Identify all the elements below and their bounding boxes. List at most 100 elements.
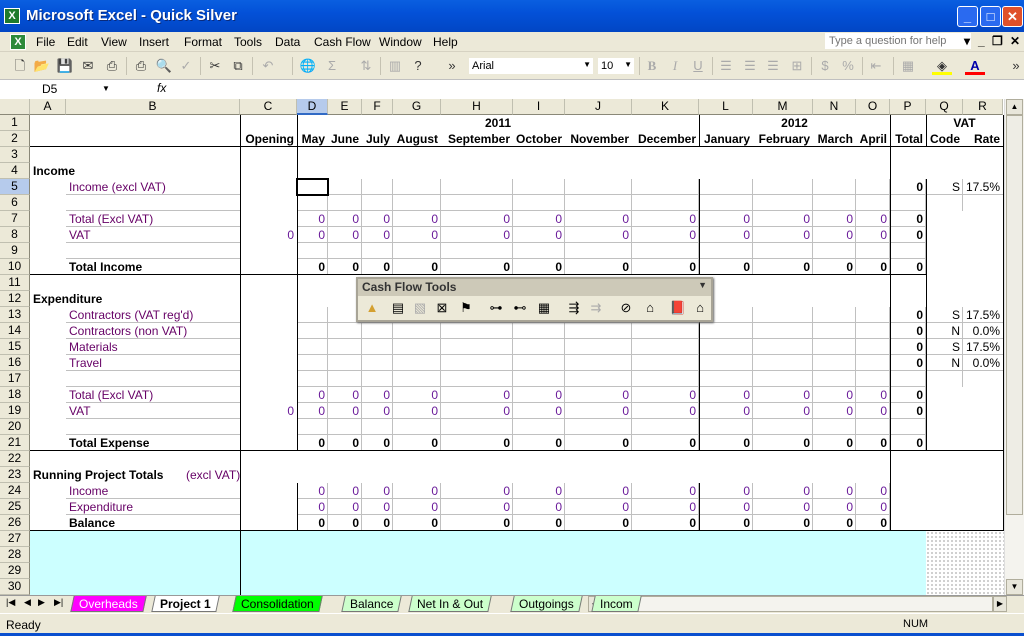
italic-icon[interactable]: I (665, 57, 685, 75)
selected-cell[interactable] (296, 178, 329, 196)
menu-cash-flow[interactable]: Cash Flow (314, 35, 371, 49)
toolbar-overflow-icon[interactable]: » (442, 57, 462, 75)
column-header-l[interactable]: L (699, 99, 753, 115)
row-header-25[interactable]: 25 (0, 499, 30, 515)
email-icon[interactable]: ✉ (78, 57, 98, 75)
cell-o21[interactable]: 0 (856, 435, 890, 451)
row-header-2[interactable]: 2 (0, 131, 30, 147)
bold-icon[interactable]: B (642, 57, 662, 75)
cell-h26[interactable]: 0 (441, 515, 513, 531)
row-header-20[interactable]: 20 (0, 419, 30, 435)
cell-p16[interactable]: 0 (890, 355, 926, 371)
sheet-tab-net-in-out[interactable]: Net In & Out (408, 596, 492, 612)
cell-m19[interactable]: 0 (753, 403, 813, 419)
menu-edit[interactable]: Edit (67, 35, 88, 49)
column-header-j[interactable]: J (565, 99, 632, 115)
cell-o7[interactable]: 0 (856, 211, 890, 227)
cell-l25[interactable]: 0 (699, 499, 753, 515)
formula-input[interactable] (172, 81, 1022, 98)
hscroll-right-icon[interactable]: ▶ (993, 596, 1007, 612)
cell-l10[interactable]: 0 (699, 259, 753, 275)
save-icon[interactable]: 💾 (55, 57, 75, 75)
cell-d7[interactable]: 0 (297, 211, 328, 227)
cell-l7[interactable]: 0 (699, 211, 753, 227)
column-header-k[interactable]: K (632, 99, 699, 115)
cell-j18[interactable]: 0 (565, 387, 632, 403)
cell-p5[interactable]: 0 (890, 179, 926, 195)
sheet-tab-overheads[interactable]: Overheads (70, 596, 147, 612)
fill-color-icon[interactable]: ◈ (932, 57, 952, 75)
cell-i18[interactable]: 0 (513, 387, 565, 403)
menu-data[interactable]: Data (275, 35, 300, 49)
row-label[interactable]: Balance (66, 515, 118, 531)
menu-window[interactable]: Window (379, 35, 422, 49)
cell-l18[interactable]: 0 (699, 387, 753, 403)
row-header-29[interactable]: 29 (0, 563, 30, 579)
cell-j7[interactable]: 0 (565, 211, 632, 227)
empty-area[interactable] (30, 547, 926, 563)
sheet-tab-project-1[interactable]: Project 1 (151, 596, 220, 612)
cell-h7[interactable]: 0 (441, 211, 513, 227)
cell-i8[interactable]: 0 (513, 227, 565, 243)
cell-k8[interactable]: 0 (632, 227, 699, 243)
column-header-p[interactable]: P (890, 99, 926, 115)
row-header-13[interactable]: 13 (0, 307, 30, 323)
undo-icon[interactable]: ↶ (258, 57, 278, 75)
cell-g24[interactable]: 0 (393, 483, 441, 499)
cell-p10[interactable]: 0 (890, 259, 926, 275)
column-header-m[interactable]: M (753, 99, 813, 115)
sign-icon[interactable]: ⚑ (456, 300, 476, 318)
underline-icon[interactable]: U (688, 57, 708, 75)
menu-tools[interactable]: Tools (234, 35, 262, 49)
cell-e18[interactable]: 0 (328, 387, 362, 403)
cell-m26[interactable]: 0 (753, 515, 813, 531)
cell-h25[interactable]: 0 (441, 499, 513, 515)
cell-k24[interactable]: 0 (632, 483, 699, 499)
cell-j26[interactable]: 0 (565, 515, 632, 531)
cell-o19[interactable]: 0 (856, 403, 890, 419)
cell-i19[interactable]: 0 (513, 403, 565, 419)
font-select[interactable]: Arial ▼ (468, 57, 594, 75)
cell-o26[interactable]: 0 (856, 515, 890, 531)
decrease-indent-icon[interactable]: ⇤ (866, 57, 886, 75)
cell-k10[interactable]: 0 (632, 259, 699, 275)
row-label[interactable]: Income (excl VAT) (66, 179, 169, 195)
column-header-a[interactable]: A (30, 99, 66, 115)
chart-wizard-icon[interactable]: ▥ (385, 57, 405, 75)
cell-d21[interactable]: 0 (297, 435, 328, 451)
cell-q16[interactable]: N (926, 355, 963, 371)
row-header-28[interactable]: 28 (0, 547, 30, 563)
minimize-button[interactable]: _ (957, 6, 978, 27)
cell-p8[interactable]: 0 (890, 227, 926, 243)
workbook-close-button[interactable]: ✕ (1010, 34, 1020, 48)
help-dropdown-icon[interactable]: ▾ (964, 34, 970, 48)
empty-area[interactable] (30, 531, 926, 547)
sheet-tab-outgoings[interactable]: Outgoings (510, 596, 583, 612)
cell-l19[interactable]: 0 (699, 403, 753, 419)
sheet-tab-balance[interactable]: Balance (341, 596, 403, 612)
cell-c19[interactable]: 0 (240, 403, 297, 419)
menu-format[interactable]: Format (184, 35, 222, 49)
cell-q13[interactable]: S (926, 307, 963, 323)
prev-sheet-icon[interactable]: ◀ (24, 597, 31, 608)
scroll-up-icon[interactable]: ▲ (1006, 99, 1023, 115)
export-icon[interactable]: ⇉ (586, 300, 606, 318)
toolbar-options-icon[interactable]: ▼ (698, 280, 707, 290)
hyperlink-icon[interactable]: 🌐 (298, 57, 318, 75)
align-right-icon[interactable]: ☰ (763, 57, 783, 75)
worksheet-grid[interactable]: A B C D E F G H I J K L M N O P Q R 1 2 Opening May June July Au… (0, 99, 1004, 596)
cell-f8[interactable]: 0 (362, 227, 393, 243)
cell-n18[interactable]: 0 (813, 387, 856, 403)
cell-l24[interactable]: 0 (699, 483, 753, 499)
cell-i24[interactable]: 0 (513, 483, 565, 499)
column-header-e[interactable]: E (328, 99, 362, 115)
cell-m8[interactable]: 0 (753, 227, 813, 243)
row-header-11[interactable]: 11 (0, 275, 30, 291)
row-label[interactable]: Expenditure (66, 499, 136, 515)
row-header-22[interactable]: 22 (0, 451, 30, 467)
workbook-icon[interactable]: X (10, 34, 26, 50)
cell-o10[interactable]: 0 (856, 259, 890, 275)
row-header-9[interactable]: 9 (0, 243, 30, 259)
cell-l26[interactable]: 0 (699, 515, 753, 531)
row-header-26[interactable]: 26 (0, 515, 30, 531)
